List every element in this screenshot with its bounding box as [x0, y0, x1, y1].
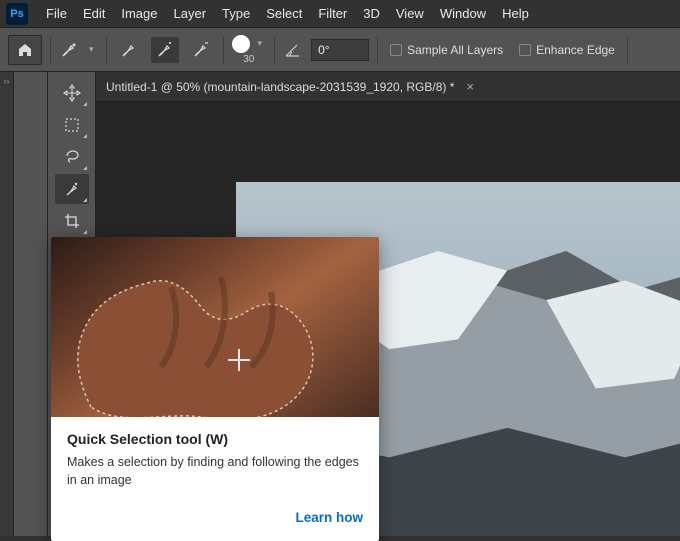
subtract-from-selection-button[interactable] — [187, 37, 215, 63]
divider — [274, 36, 275, 64]
cursor-crosshair-icon — [228, 349, 250, 371]
tooltip-preview-image — [51, 237, 379, 417]
menu-window[interactable]: Window — [432, 0, 494, 27]
brush-sub-icon — [192, 41, 210, 59]
collapsed-panel[interactable]: ›› — [0, 72, 14, 536]
menu-filter[interactable]: Filter — [310, 0, 355, 27]
document-tab[interactable]: Untitled-1 @ 50% (mountain-landscape-203… — [106, 79, 478, 94]
document-tab-label: Untitled-1 @ 50% (mountain-landscape-203… — [106, 80, 454, 94]
divider — [627, 36, 628, 64]
brush-add-icon — [156, 41, 174, 59]
sample-all-layers-checkbox[interactable]: Sample All Layers — [386, 43, 507, 57]
app-logo: Ps — [6, 3, 28, 25]
menu-edit[interactable]: Edit — [75, 0, 113, 27]
menu-layer[interactable]: Layer — [166, 0, 215, 27]
checkbox-icon — [390, 44, 402, 56]
home-button[interactable] — [8, 35, 42, 65]
menu-file[interactable]: File — [38, 0, 75, 27]
brush-new-icon — [120, 41, 138, 59]
add-to-selection-button[interactable] — [151, 37, 179, 63]
brush-wand-icon — [59, 40, 79, 60]
tab-close-button[interactable]: × — [462, 79, 478, 94]
rectangular-marquee-tool[interactable] — [55, 110, 89, 140]
brush-dot-icon — [232, 35, 250, 53]
menu-bar: Ps File Edit Image Layer Type Select Fil… — [0, 0, 680, 28]
document-tab-bar: Untitled-1 @ 50% (mountain-landscape-203… — [96, 72, 680, 102]
patches-panel — [14, 72, 48, 536]
menu-select[interactable]: Select — [258, 0, 310, 27]
lasso-tool[interactable] — [55, 142, 89, 172]
brush-size-value: 30 — [243, 54, 254, 65]
home-icon — [17, 42, 33, 58]
checkbox-icon — [519, 44, 531, 56]
divider — [377, 36, 378, 64]
tool-tooltip: Quick Selection tool (W) Makes a selecti… — [51, 237, 379, 541]
menu-image[interactable]: Image — [113, 0, 165, 27]
divider — [223, 36, 224, 64]
tooltip-title: Quick Selection tool (W) — [67, 431, 363, 447]
brush-size-picker[interactable]: ▾ 30 — [232, 35, 267, 65]
options-bar: ▾ ▾ 30 Sample All Layers Enhance Edge — [0, 28, 680, 72]
menu-type[interactable]: Type — [214, 0, 258, 27]
tooltip-description: Makes a selection by finding and followi… — [67, 453, 363, 489]
divider — [50, 36, 51, 64]
move-tool[interactable] — [55, 78, 89, 108]
chevron-down-icon: ▾ — [254, 38, 267, 49]
divider — [106, 36, 107, 64]
angle-input[interactable] — [311, 39, 369, 61]
menu-3d[interactable]: 3D — [355, 0, 388, 27]
menu-help[interactable]: Help — [494, 0, 537, 27]
crop-tool[interactable] — [55, 206, 89, 236]
enhance-edge-checkbox[interactable]: Enhance Edge — [515, 43, 619, 57]
sample-all-layers-label: Sample All Layers — [407, 43, 503, 57]
chevron-down-icon[interactable]: ▾ — [85, 44, 98, 55]
angle-icon — [283, 40, 303, 60]
menu-view[interactable]: View — [388, 0, 432, 27]
learn-how-link[interactable]: Learn how — [295, 510, 363, 525]
new-selection-button[interactable] — [115, 37, 143, 63]
quick-selection-tool[interactable] — [55, 174, 89, 204]
enhance-edge-label: Enhance Edge — [536, 43, 615, 57]
